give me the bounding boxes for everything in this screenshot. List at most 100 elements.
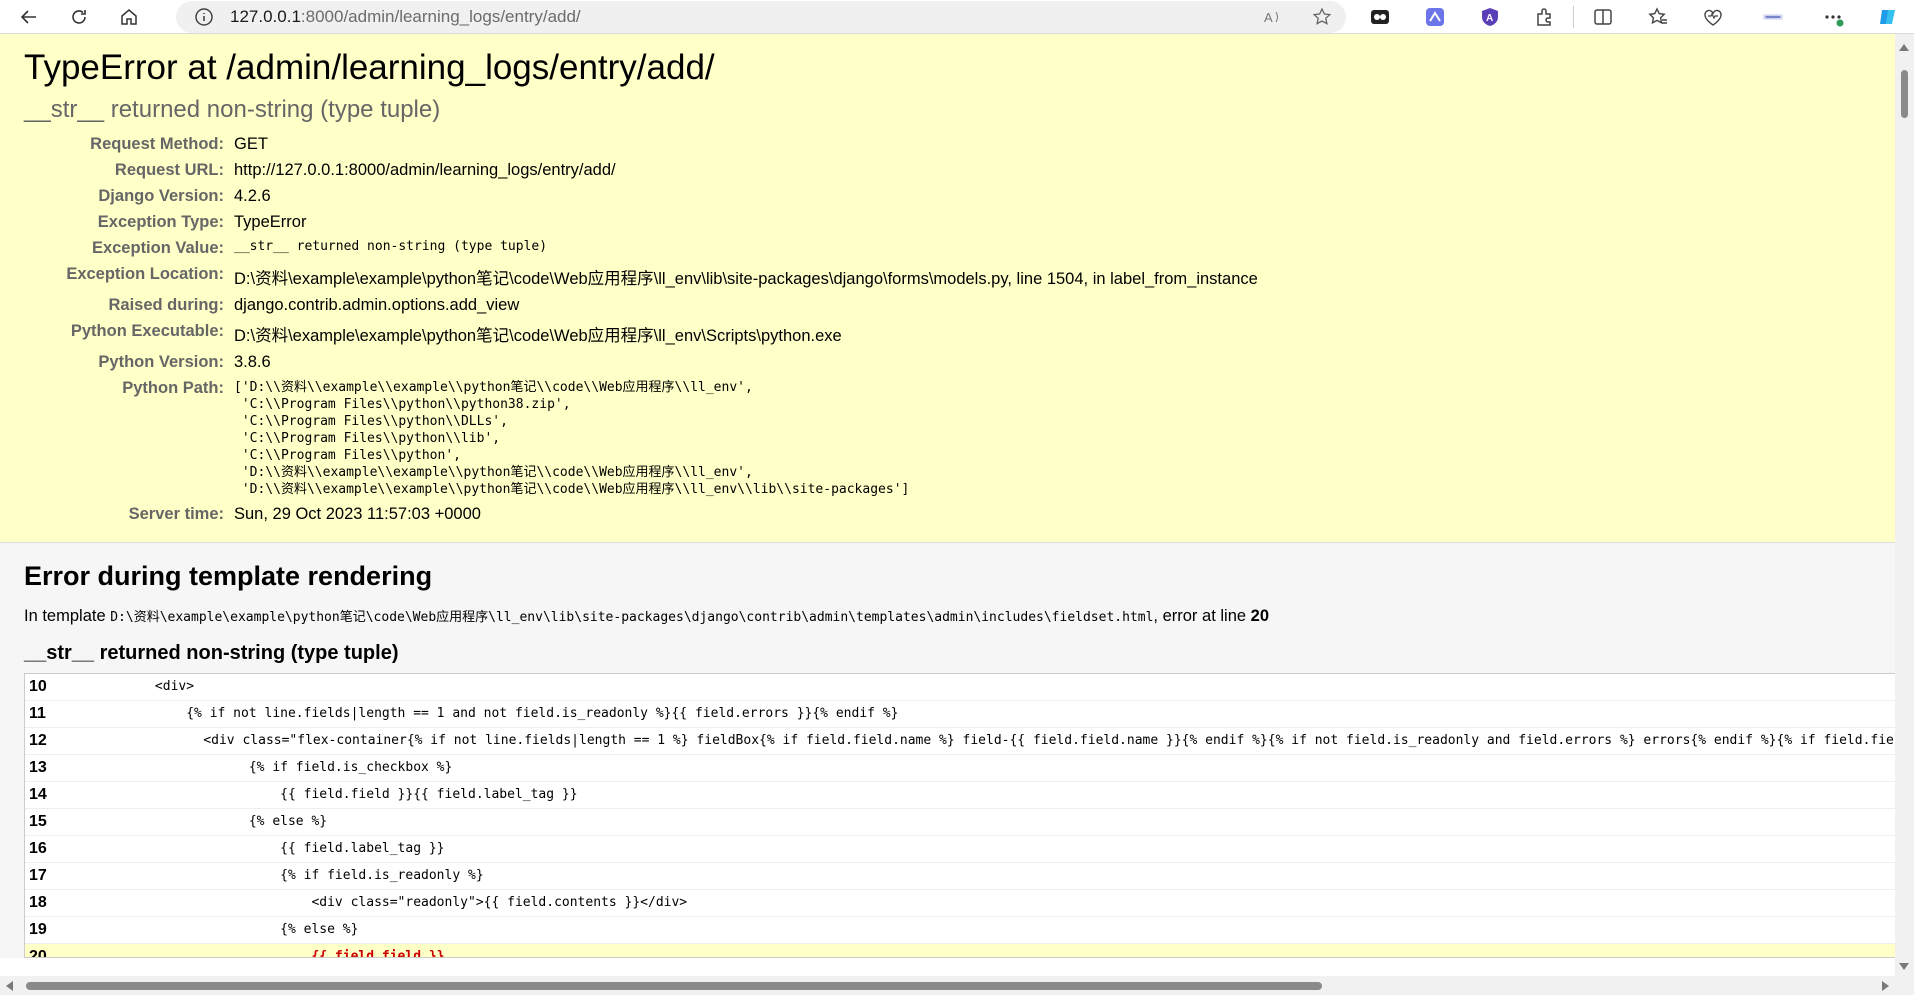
template-error-section: Error during template rendering In templ… — [0, 542, 1895, 958]
python-path-list: ['D:\\资料\\example\\example\\python笔记\\co… — [234, 379, 1258, 498]
shield-a-extension-icon[interactable]: A — [1475, 2, 1505, 32]
python-path-line: 'C:\\Program Files\\python\\lib', — [234, 430, 501, 446]
profile-icon[interactable] — [1753, 2, 1793, 32]
back-icon[interactable] — [12, 0, 46, 34]
meta-row: Raised during: django.contrib.admin.optio… — [24, 293, 1258, 319]
copilot-icon[interactable] — [1873, 2, 1903, 32]
url-text[interactable]: 127.0.0.1:8000/admin/learning_logs/entry… — [230, 7, 581, 27]
line-code: <div> — [61, 679, 195, 695]
nav-buttons — [12, 0, 146, 34]
line-code: {% if field.is_readonly %} — [61, 868, 484, 884]
scroll-down-arrow-icon[interactable] — [1899, 963, 1909, 970]
error-summary: TypeError at /admin/learning_logs/entry/… — [0, 34, 1895, 543]
line-code: <div class="flex-container{% if not line… — [203, 733, 1895, 749]
meta-value: __str__ returned non-string (type tuple) — [234, 238, 548, 254]
meta-value: D:\资料\example\example\python笔记\code\Web应… — [234, 326, 842, 345]
request-meta-table: Request Method: GET Request URL: http://12… — [24, 132, 1258, 528]
url-host: 127.0.0.1 — [230, 7, 301, 26]
meta-value: GET — [234, 134, 268, 153]
meta-row: Python Executable: D:\资料\example\example\… — [24, 319, 1258, 350]
template-path: D:\资料\example\example\python笔记\code\Web应… — [110, 609, 1154, 625]
line-number: 14 — [29, 785, 47, 803]
read-aloud-icon[interactable]: A — [1262, 7, 1282, 27]
info-icon[interactable] — [194, 7, 214, 27]
line-code: <div class="readonly">{{ field.contents … — [61, 895, 688, 911]
svg-text:A: A — [1486, 13, 1493, 24]
meta-row: Request URL: http://127.0.0.1:8000/admin/… — [24, 158, 1258, 184]
meta-label: Exception Location: — [66, 264, 224, 283]
line-number: 13 — [29, 758, 47, 776]
favorites-icon[interactable] — [1643, 2, 1673, 32]
template-source: 10 <div> 11 {% if not line.fields|length… — [24, 672, 1895, 958]
meta-label: Server time: — [128, 504, 224, 523]
source-line: 12 <div class="flex-container{% if not l… — [25, 728, 1895, 755]
favorite-star-icon[interactable] — [1312, 7, 1332, 27]
error-title: TypeError at /admin/learning_logs/entry/… — [24, 48, 715, 87]
source-line: 10 <div> — [25, 674, 1895, 701]
vertical-scroll-thumb[interactable] — [1901, 70, 1908, 118]
horizontal-scrollbar[interactable] — [0, 976, 1895, 995]
meta-value: http://127.0.0.1:8000/admin/learning_log… — [234, 160, 616, 179]
browser-essentials-icon[interactable] — [1698, 2, 1728, 32]
horizontal-scroll-thumb[interactable] — [26, 982, 1322, 990]
template-error-heading: Error during template rendering — [24, 560, 433, 591]
meta-label: Exception Type: — [97, 212, 224, 231]
line-number: 12 — [29, 731, 47, 749]
line-number: 11 — [29, 704, 46, 722]
meta-label: Request Method: — [90, 134, 224, 153]
meta-label: Exception Value: — [91, 238, 224, 257]
source-line: 11 {% if not line.fields|length == 1 and… — [25, 701, 1895, 728]
source-line: 17 {% if field.is_readonly %} — [25, 863, 1895, 890]
browser-toolbar: 127.0.0.1:8000/admin/learning_logs/entry… — [0, 0, 1914, 34]
error-subtitle: __str__ returned non-string (type tuple) — [24, 95, 441, 123]
template-location: In template D:\资料\example\example\python… — [24, 606, 1871, 626]
meta-value: TypeError — [234, 212, 307, 231]
svg-text:A: A — [1264, 10, 1273, 25]
line-number: 17 — [29, 866, 47, 884]
meta-value: django.contrib.admin.options.add_view — [234, 295, 520, 314]
sunglasses-extension-icon[interactable] — [1365, 2, 1395, 32]
meta-row: Server time: Sun, 29 Oct 2023 11:57:03 +0… — [24, 502, 1258, 528]
line-number: 16 — [29, 839, 47, 857]
line-number: 20 — [29, 947, 47, 958]
meta-row: Python Version: 3.8.6 — [24, 350, 1258, 376]
scroll-up-arrow-icon[interactable] — [1899, 44, 1909, 51]
purple-extension-icon[interactable] — [1420, 2, 1450, 32]
python-path-line: 'C:\\Program Files\\python\\DLLs', — [234, 413, 508, 429]
meta-row: Python Path: ['D:\\资料\\example\\example\… — [24, 376, 1258, 502]
meta-value: 3.8.6 — [234, 352, 271, 371]
meta-row: Exception Type: TypeError — [24, 210, 1258, 236]
meta-label: Raised during: — [108, 295, 224, 314]
scroll-right-arrow-icon[interactable] — [1882, 981, 1889, 991]
puzzle-extensions-icon[interactable] — [1530, 2, 1560, 32]
url-path: :8000/admin/learning_logs/entry/add/ — [300, 7, 581, 26]
python-path-line: 'C:\\Program Files\\python\\python38.zip… — [234, 396, 571, 412]
scroll-left-arrow-icon[interactable] — [6, 981, 13, 991]
python-path-line: 'D:\\资料\\example\\example\\python笔记\\cod… — [234, 481, 910, 497]
line-code: {% else %} — [61, 814, 328, 830]
refresh-icon[interactable] — [62, 0, 96, 34]
meta-value: Sun, 29 Oct 2023 11:57:03 +0000 — [234, 504, 481, 523]
meta-row: Django Version: 4.2.6 — [24, 184, 1258, 210]
python-path-line: 'C:\\Program Files\\python', — [234, 447, 461, 463]
meta-value: D:\资料\example\example\python笔记\code\Web应… — [234, 269, 1258, 288]
home-icon[interactable] — [112, 0, 146, 34]
line-code: {% if field.is_checkbox %} — [61, 760, 453, 776]
line-code: {% else %} — [61, 922, 359, 938]
python-path-line: ['D:\\资料\\example\\example\\python笔记\\co… — [234, 379, 753, 395]
meta-label: Python Executable: — [70, 321, 224, 340]
meta-row: Exception Value: __str__ returned non-str… — [24, 236, 1258, 262]
more-icon[interactable] — [1818, 2, 1848, 32]
line-number: 19 — [29, 920, 47, 938]
source-line: 13 {% if field.is_checkbox %} — [25, 755, 1895, 782]
split-screen-icon[interactable] — [1588, 2, 1618, 32]
meta-row: Request Method: GET — [24, 132, 1258, 158]
python-path-line: 'D:\\资料\\example\\example\\python笔记\\cod… — [234, 464, 753, 480]
toolbar-separator — [1573, 6, 1574, 28]
address-bar[interactable]: 127.0.0.1:8000/admin/learning_logs/entry… — [176, 1, 1346, 33]
python-path-value: ['D:\\资料\\example\\example\\python笔记\\co… — [234, 376, 1258, 502]
meta-label: Python Path: — [122, 378, 224, 397]
error-page: TypeError at /admin/learning_logs/entry/… — [0, 34, 1895, 976]
vertical-scrollbar[interactable] — [1895, 34, 1914, 976]
line-number: 18 — [29, 893, 47, 911]
